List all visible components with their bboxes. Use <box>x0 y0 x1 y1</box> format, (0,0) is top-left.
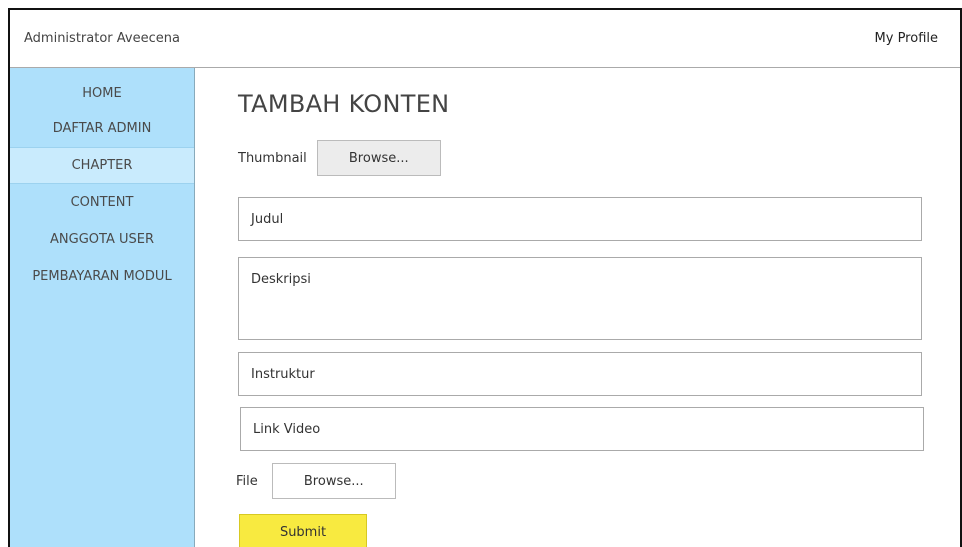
my-profile-link[interactable]: My Profile <box>875 31 938 46</box>
thumbnail-row: Thumbnail Browse... <box>238 140 441 176</box>
judul-field[interactable]: Judul <box>238 197 922 241</box>
app-window: Administrator Aveecena My Profile HOME D… <box>8 8 962 547</box>
thumbnail-browse-button[interactable]: Browse... <box>316 140 441 176</box>
sidebar-item-chapter[interactable]: CHAPTER <box>10 147 194 184</box>
thumbnail-label: Thumbnail <box>238 150 307 166</box>
page-title: TAMBAH KONTEN <box>238 90 450 118</box>
instruktur-field[interactable]: Instruktur <box>238 352 922 396</box>
submit-button[interactable]: Submit <box>239 514 367 547</box>
file-label: File <box>236 473 258 489</box>
brand-title: Administrator Aveecena <box>24 31 180 46</box>
deskripsi-textarea[interactable]: Deskripsi <box>238 257 922 340</box>
sidebar-item-home[interactable]: HOME <box>10 68 194 110</box>
link-video-field[interactable]: Link Video <box>240 407 924 451</box>
file-row: File Browse... <box>236 463 396 499</box>
top-header: Administrator Aveecena My Profile <box>10 10 960 68</box>
sidebar-item-content[interactable]: CONTENT <box>10 184 194 221</box>
sidebar: HOME DAFTAR ADMIN CHAPTER CONTENT ANGGOT… <box>10 68 195 547</box>
sidebar-item-pembayaran-modul[interactable]: PEMBAYARAN MODUL <box>10 258 194 295</box>
sidebar-item-anggota-user[interactable]: ANGGOTA USER <box>10 221 194 258</box>
file-browse-button[interactable]: Browse... <box>271 463 396 499</box>
main-content: TAMBAH KONTEN Thumbnail Browse... Judul … <box>196 68 960 547</box>
sidebar-item-daftar-admin[interactable]: DAFTAR ADMIN <box>10 110 194 147</box>
